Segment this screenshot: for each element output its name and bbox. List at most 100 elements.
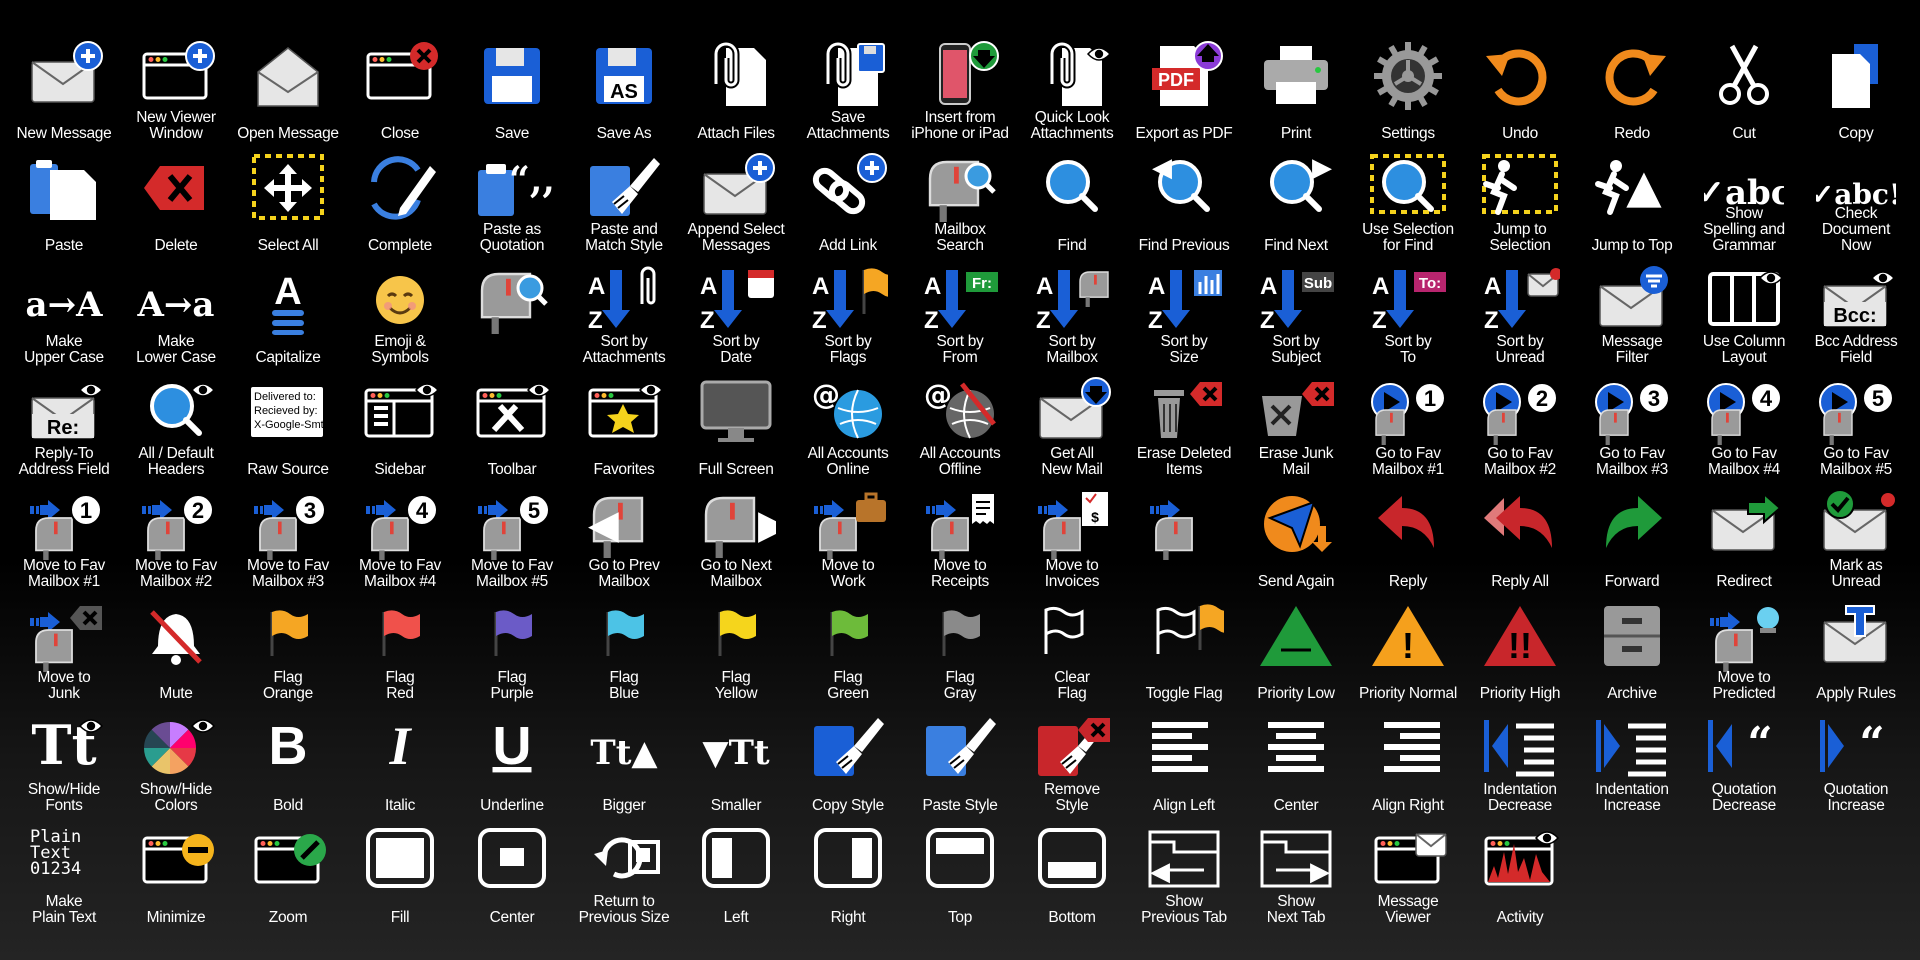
toolbar-button[interactable]: AZ Sort by Unread [1464,260,1576,372]
toolbar-button[interactable]: Quick Look Attachments [1016,36,1128,148]
toolbar-button[interactable]: New Message [8,36,120,148]
toolbar-button[interactable]: Align Right [1352,708,1464,820]
toolbar-button[interactable]: @ All Accounts Offline [904,372,1016,484]
toolbar-button[interactable]: A Z Fr: Sort by From [904,260,1016,372]
toolbar-button[interactable]: Reply All [1464,484,1576,596]
toolbar-button[interactable]: AZ Sort by Mailbox [1016,260,1128,372]
toolbar-button[interactable]: Select All [232,148,344,260]
toolbar-button[interactable]: Move to Junk [8,596,120,708]
toolbar-button[interactable]: 4 Move to Fav Mailbox #4 [344,484,456,596]
toolbar-button[interactable]: Add Link [792,148,904,260]
toolbar-button[interactable]: Append Select Messages [680,148,792,260]
toolbar-button[interactable]: AS Save As [568,36,680,148]
toolbar-button[interactable]: Favorites [568,372,680,484]
toolbar-button[interactable]: Flag Blue [568,596,680,708]
toolbar-button[interactable]: Copy Style [792,708,904,820]
toolbar-button[interactable]: Paste and Match Style [568,148,680,260]
toolbar-button[interactable]: Plain Text 01234 Make Plain Text [8,820,120,932]
toolbar-button[interactable]: Flag Red [344,596,456,708]
toolbar-button[interactable]: Copy [1800,36,1912,148]
toolbar-button[interactable]: ▶ Show Next Tab [1240,820,1352,932]
toolbar-button[interactable]: Message Viewer [1352,820,1464,932]
toolbar-button[interactable]: 5 Go to Fav Mailbox #5 [1800,372,1912,484]
toolbar-button[interactable]: 3 Move to Fav Mailbox #3 [232,484,344,596]
toolbar-button[interactable]: Redo [1576,36,1688,148]
toolbar-button[interactable]: I Italic [344,708,456,820]
toolbar-button[interactable]: Find [1016,148,1128,260]
toolbar-button[interactable]: Bottom [1016,820,1128,932]
toolbar-button[interactable]: Open Message [232,36,344,148]
toolbar-button[interactable]: ! Priority Normal [1352,596,1464,708]
toolbar-button[interactable]: Move to Receipts [904,484,1016,596]
toolbar-button[interactable]: a→A Make Upper Case [8,260,120,372]
toolbar-button[interactable]: Flag Purple [456,596,568,708]
toolbar-button[interactable]: Use Column Layout [1688,260,1800,372]
toolbar-button[interactable] [1128,484,1240,596]
toolbar-button[interactable]: A Z To: Sort by To [1352,260,1464,372]
toolbar-button[interactable]: Close [344,36,456,148]
toolbar-button[interactable]: 5 Move to Fav Mailbox #5 [456,484,568,596]
toolbar-button[interactable]: Remove Style [1016,708,1128,820]
toolbar-button[interactable]: Center [456,820,568,932]
toolbar-button[interactable]: !! Priority High [1464,596,1576,708]
toolbar-button[interactable]: Flag Yellow [680,596,792,708]
toolbar-button[interactable]: Send Again [1240,484,1352,596]
toolbar-button[interactable]: Use Selection for Find [1352,148,1464,260]
toolbar-button[interactable]: Get All New Mail [1016,372,1128,484]
toolbar-button[interactable]: Mailbox Search [904,148,1016,260]
toolbar-button[interactable]: Move to Predicted [1688,596,1800,708]
toolbar-button[interactable]: Cut [1688,36,1800,148]
toolbar-button[interactable]: Delivered to: Recieved by: X-Google-Smtp Ra… [232,372,344,484]
toolbar-button[interactable]: “ Quotation Decrease [1688,708,1800,820]
toolbar-button[interactable]: ✓abc Show Spelling and Grammar [1688,148,1800,260]
toolbar-button[interactable]: Redirect [1688,484,1800,596]
toolbar-button[interactable]: Undo [1464,36,1576,148]
toolbar-button[interactable]: Flag Orange [232,596,344,708]
toolbar-button[interactable]: Clear Flag [1016,596,1128,708]
toolbar-button[interactable]: Paste Style [904,708,1016,820]
toolbar-button[interactable]: Delete [120,148,232,260]
toolbar-button[interactable]: Erase Deleted Items [1128,372,1240,484]
toolbar-button[interactable]: Save [456,36,568,148]
toolbar-button[interactable]: Print [1240,36,1352,148]
toolbar-button[interactable]: A Capitalize [232,260,344,372]
toolbar-button[interactable]: A Z Sort by Date [680,260,792,372]
toolbar-button[interactable]: “ Quotation Increase [1800,708,1912,820]
toolbar-button[interactable]: Show/Hide Colors [120,708,232,820]
toolbar-button[interactable]: Center [1240,708,1352,820]
toolbar-button[interactable]: A Z Sub Sort by Subject [1240,260,1352,372]
toolbar-button[interactable]: Flag Green [792,596,904,708]
toolbar-button[interactable]: Return to Previous Size [568,820,680,932]
toolbar-button[interactable]: Attach Files [680,36,792,148]
toolbar-button[interactable] [456,260,568,372]
toolbar-button[interactable]: ▲ Jump to Top [1576,148,1688,260]
toolbar-button[interactable]: Emoji & Symbols [344,260,456,372]
toolbar-button[interactable]: Indentation Decrease [1464,708,1576,820]
toolbar-button[interactable]: A Z Sort by Size [1128,260,1240,372]
toolbar-button[interactable]: Left [680,820,792,932]
toolbar-button[interactable]: U Underline [456,708,568,820]
toolbar-button[interactable]: Archive [1576,596,1688,708]
toolbar-button[interactable]: All / Default Headers [120,372,232,484]
toolbar-button[interactable]: Flag Gray [904,596,1016,708]
toolbar-button[interactable]: Erase Junk Mail [1240,372,1352,484]
toolbar-button[interactable]: Move to Work [792,484,904,596]
toolbar-button[interactable]: ✓abc!Check Document Now [1800,148,1912,260]
toolbar-button[interactable]: Bcc: Bcc Address Field [1800,260,1912,372]
toolbar-button[interactable]: ◀ Find Previous [1128,148,1240,260]
toolbar-button[interactable]: Top [904,820,1016,932]
toolbar-button[interactable]: Activity [1464,820,1576,932]
toolbar-button[interactable]: Fill [344,820,456,932]
toolbar-button[interactable]: Complete [344,148,456,260]
toolbar-button[interactable]: Align Left [1128,708,1240,820]
toolbar-button[interactable]: ▼Tt Smaller [680,708,792,820]
toolbar-button[interactable]: Full Screen [680,372,792,484]
toolbar-button[interactable]: Message Filter [1576,260,1688,372]
toolbar-button[interactable]: Minimize [120,820,232,932]
toolbar-button[interactable]: Zoom [232,820,344,932]
toolbar-button[interactable]: “,, Paste as Quotation [456,148,568,260]
toolbar-button[interactable]: Toolbar [456,372,568,484]
toolbar-button[interactable]: Insert from iPhone or iPad [904,36,1016,148]
toolbar-button[interactable]: 1 Move to Fav Mailbox #1 [8,484,120,596]
toolbar-button[interactable]: Reply [1352,484,1464,596]
